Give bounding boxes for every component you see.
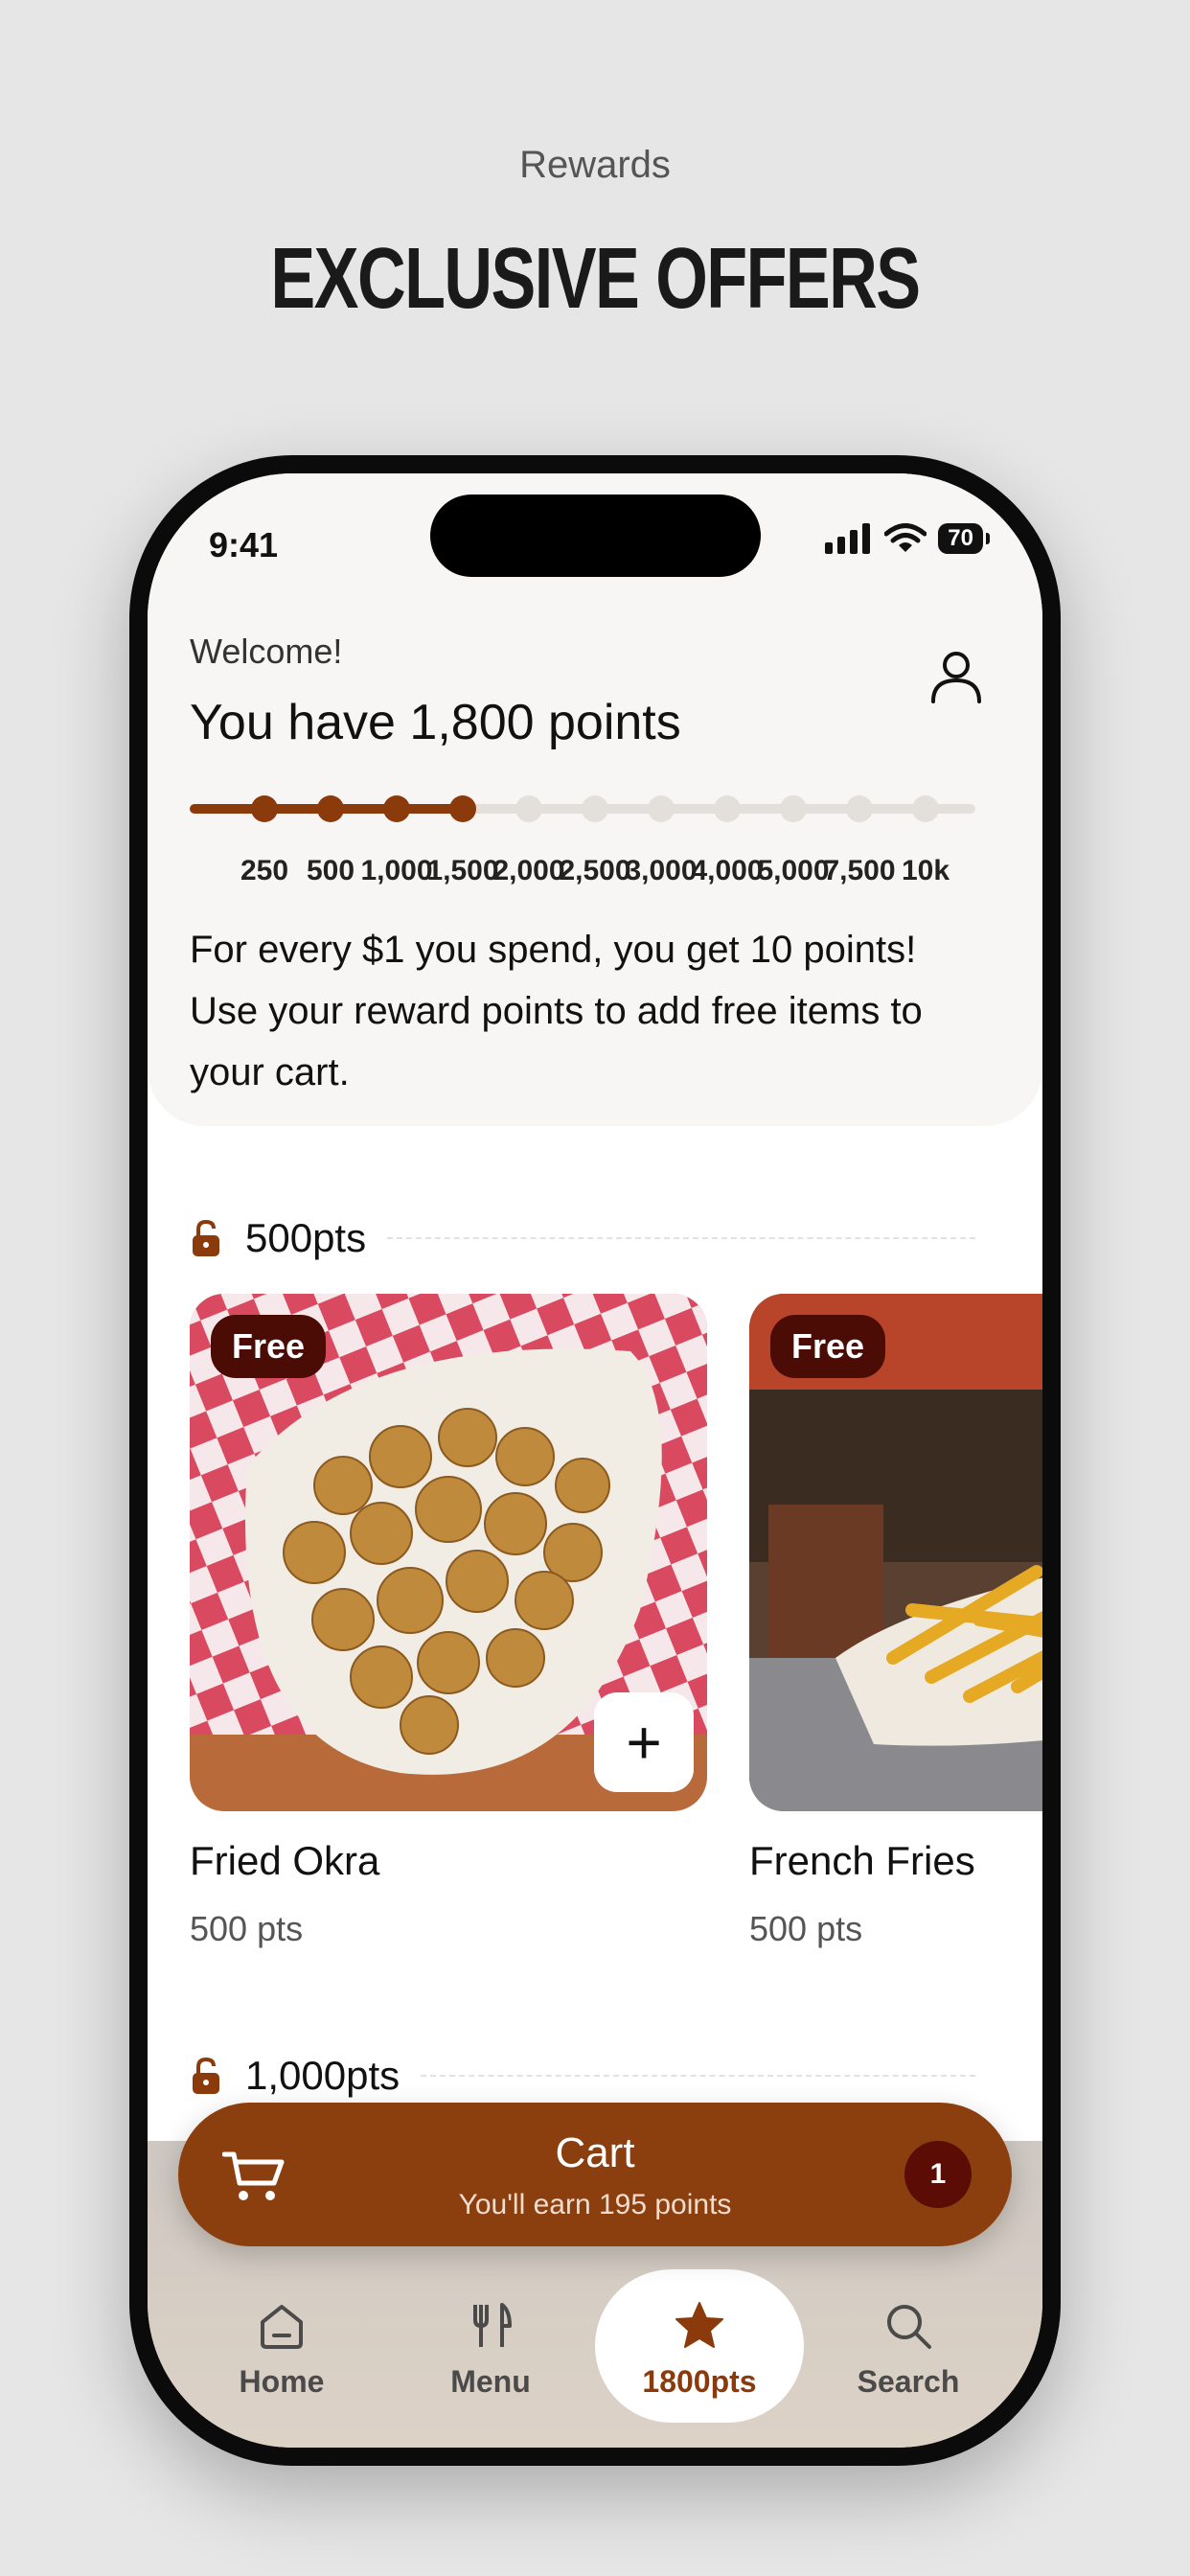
section-label: 1,000pts [245, 2053, 400, 2098]
tier-label: 1,500 [426, 855, 499, 886]
app-screen: 9:41 70 Welcome! You have 1,800 points 2… [148, 473, 1042, 2448]
item-points: 500 pts [190, 1909, 304, 1948]
nav-label: Home [239, 2364, 325, 2399]
free-badge: Free [211, 1315, 327, 1378]
star-icon [675, 2302, 723, 2348]
fried-okra-image: Free + [190, 1294, 707, 1811]
unlock-icon [193, 1219, 219, 1256]
signal-icon [825, 523, 871, 554]
item-points: 500 pts [749, 1909, 863, 1948]
section-header-1000: 1,000pts [190, 2053, 975, 2099]
tier-dot [582, 795, 608, 822]
status-time: 9:41 [209, 525, 279, 564]
tier-label: 250 [240, 855, 289, 886]
status-icons: 70 [825, 523, 990, 554]
promo-title: EXCLUSIVE OFFERS [270, 231, 921, 327]
cart-count-badge: 1 [904, 2141, 972, 2208]
tier-label: 7,500 [823, 855, 896, 886]
nav-points[interactable]: 1800pts [623, 2299, 776, 2400]
unlock-icon [193, 2057, 219, 2094]
tier-dot [251, 795, 278, 822]
wifi-icon [884, 523, 927, 552]
tier-dot [714, 795, 741, 822]
tier-dot [648, 795, 675, 822]
tier-dot [515, 795, 542, 822]
french-fries-image: Free [749, 1294, 1042, 1811]
tier-label: 3,000 [625, 855, 698, 886]
section-header-500: 500pts [190, 1215, 975, 1261]
cart-subtitle: You'll earn 195 points [458, 2189, 732, 2220]
tier-label: 2,000 [492, 855, 565, 886]
reward-card-french-fries[interactable]: Free French Fries 500 pts [749, 1294, 1042, 1949]
search-icon [887, 2305, 931, 2349]
nav-label: Menu [450, 2364, 531, 2399]
nav-label: Search [857, 2364, 960, 2399]
free-badge: Free [770, 1315, 886, 1378]
nav-label: 1800pts [642, 2364, 757, 2399]
item-name: Fried Okra [190, 1838, 380, 1883]
points-headline: You have 1,800 points [190, 695, 681, 750]
item-name: French Fries [749, 1838, 975, 1883]
section-divider [387, 1237, 975, 1239]
nav-menu[interactable]: Menu [414, 2299, 567, 2400]
tier-label: 5,000 [757, 855, 830, 886]
tier-dot [846, 795, 873, 822]
tier-progress-track [190, 795, 975, 822]
add-to-cart-button[interactable]: + [594, 1692, 694, 1792]
person-icon[interactable] [927, 648, 985, 705]
tier-label: 500 [306, 855, 355, 886]
welcome-text: Welcome! [190, 632, 343, 671]
tier-dot [383, 795, 410, 822]
promo-eyebrow: Rewards [519, 144, 671, 186]
reward-card-fried-okra[interactable]: Free + Fried Okra 500 pts [190, 1294, 707, 1949]
fork-knife-icon [473, 2303, 512, 2347]
nav-home[interactable]: Home [205, 2299, 358, 2400]
tier-dot [317, 795, 344, 822]
tier-label: 1,000 [360, 855, 433, 886]
info-text: For every $1 you spend, you get 10 point… [190, 929, 923, 1093]
battery-indicator: 70 [938, 523, 990, 554]
tier-dot [912, 795, 939, 822]
tier-label: 10k [901, 855, 950, 886]
nav-search[interactable]: Search [832, 2299, 985, 2400]
phone-frame: 9:41 70 Welcome! You have 1,800 points 2… [129, 455, 1061, 2466]
tier-label: 2,500 [559, 855, 631, 886]
tier-dot [449, 795, 476, 822]
dynamic-island [430, 494, 761, 577]
tier-dot [780, 795, 807, 822]
cart-title: Cart [555, 2129, 635, 2176]
cart-button[interactable]: Cart You'll earn 195 points 1 [178, 2103, 1012, 2246]
tier-label: 4,000 [691, 855, 764, 886]
section-label: 500pts [245, 1215, 367, 1260]
home-icon [261, 2305, 303, 2349]
section-divider [421, 2075, 975, 2077]
